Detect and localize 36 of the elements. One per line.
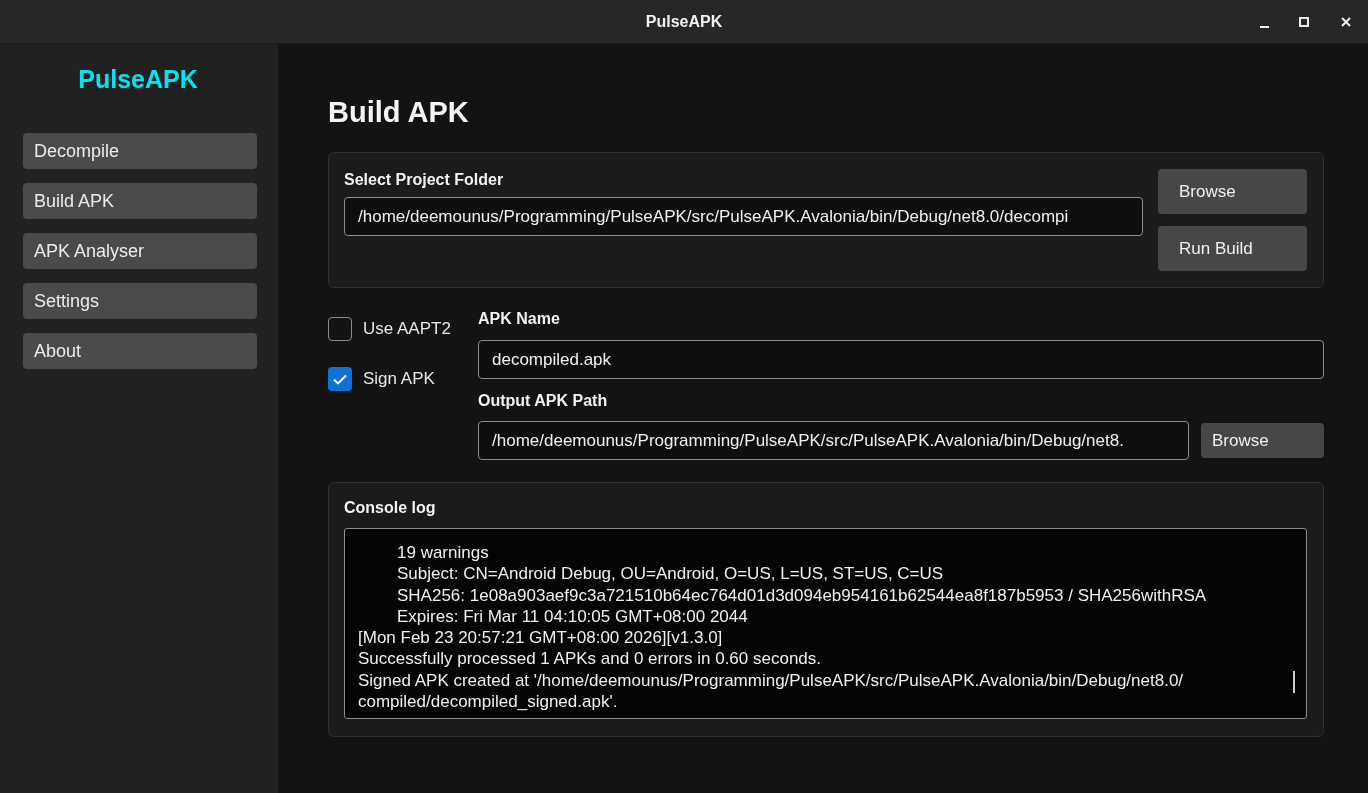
browse-button[interactable]: Browse [1158,169,1307,214]
field-label: Select Project Folder [344,170,505,190]
log-line: 19 warnings [397,543,489,562]
console-log-area[interactable] [344,528,1307,719]
minimize-icon [1259,26,1269,28]
project-folder-field[interactable]: /home/deemounus/Programming/PulseAPK/src/PulseAPK.Avalonia/bin/Debug/net8.0/decompi [344,197,1143,236]
maximize-icon [1299,17,1309,27]
checkbox-label: Use AAPT2 [363,318,451,340]
sidebar-item[interactable]: APK Analyser [23,233,257,269]
log-line: [Mon Feb 23 20:57:21 GMT+08:00 2026][v1.3.0] [358,628,723,648]
sidebar-item[interactable]: Decompile [23,133,257,169]
console-label: Console log [344,498,437,518]
scrollbar-thumb[interactable] [1293,671,1295,693]
output-path-field[interactable]: /home/deemounus/Programming/PulseAPK/src/PulseAPK.Avalonia/bin/Debug/net8. [478,421,1189,460]
field-label: Output APK Path [478,391,609,411]
apk-name-field[interactable]: decompiled.apk [478,340,1324,379]
log-line: Signed APK created at '/home/deemounus/Programming/PulseAPK/src/PulseAPK.Avalonia/bin/Debug/net8.0/ [358,670,1184,690]
close-icon [1341,17,1351,27]
sidebar-item[interactable]: Settings [23,283,257,319]
log-line: Successfully processed 1 APKs and 0 errors in 0.60 seconds. [358,649,822,669]
browse-button[interactable]: Browse [1201,423,1324,458]
check-icon [333,373,347,385]
log-line: SHA256: 1e08a903aef9c3a721510b64ec764d01d3d094eb954161b62544ea8f187b5953 / SHA256withRSA [397,585,1207,605]
log-line: Subject: CN=Android Debug, OU=Android, O=US, L=US, ST=US, C=US [397,564,944,584]
page-title: Build APK [328,95,470,129]
log-line: Expires: Fri Mar 11 04:10:05 GMT+08:00 2044 [397,606,748,626]
field-label: APK Name [478,309,561,329]
checkbox-label: Sign APK [363,368,435,390]
checked-checkbox[interactable] [328,367,352,391]
run-build-button[interactable]: Run Build [1158,226,1307,271]
log-line: compiled/decompiled_signed.apk'. [358,692,618,712]
sidebar-item[interactable]: About [23,333,257,369]
sidebar-item[interactable]: Build APK [23,183,257,219]
checkbox[interactable] [328,317,352,341]
app-logo: PulseAPK [78,64,198,94]
window-title: PulseAPK [645,11,723,32]
